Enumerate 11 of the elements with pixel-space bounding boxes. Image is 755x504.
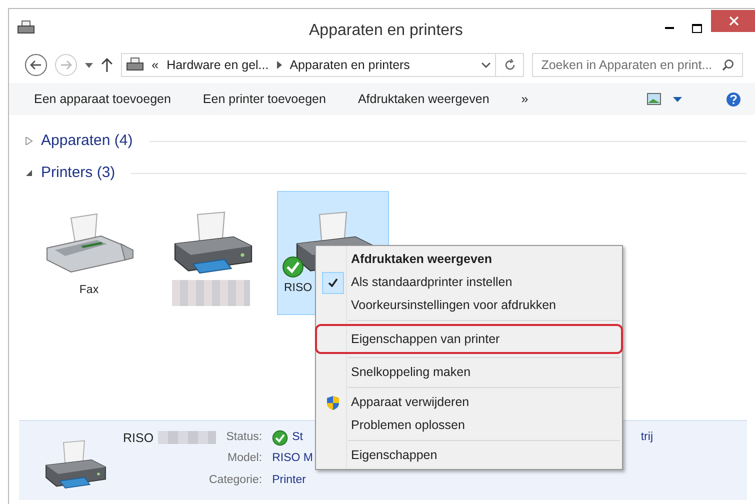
printer-name: RISO xyxy=(284,280,312,296)
field-value: RISO M xyxy=(272,451,313,466)
printer-name: Fax xyxy=(79,283,99,298)
field-label: Categorie: xyxy=(209,472,262,488)
field-value: trij xyxy=(640,430,653,445)
field-value: St xyxy=(292,430,303,445)
field-label: Status: xyxy=(225,430,262,445)
field-label: Model: xyxy=(226,451,262,466)
window-title: Apparaten en printers xyxy=(309,21,463,41)
field-value: Printer xyxy=(272,472,306,488)
device-name: RISO xyxy=(123,430,154,447)
